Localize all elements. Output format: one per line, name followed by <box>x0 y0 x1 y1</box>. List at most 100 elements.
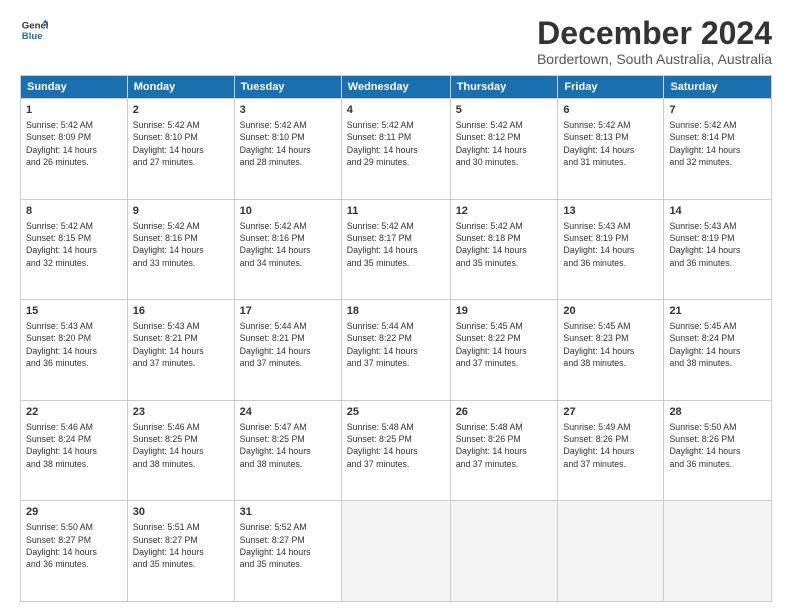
day-number: 15 <box>26 304 122 319</box>
table-row <box>341 501 450 602</box>
table-row: 6 Sunrise: 5:42 AMSunset: 8:13 PMDaylight… <box>558 99 664 200</box>
table-row: 30Sunrise: 5:51 AMSunset: 8:27 PMDayligh… <box>127 501 234 602</box>
day-info: Sunrise: 5:42 AMSunset: 8:13 PMDaylight:… <box>563 120 634 167</box>
table-row: 23 Sunrise: 5:46 AMSunset: 8:25 PMDayligh… <box>127 400 234 501</box>
day-info: Sunrise: 5:44 AMSunset: 8:21 PMDaylight:… <box>240 321 311 368</box>
calendar-week-row: 1 Sunrise: 5:42 AMSunset: 8:09 PMDaylight… <box>21 99 772 200</box>
day-info: Sunrise: 5:42 AMSunset: 8:18 PMDaylight:… <box>456 221 527 268</box>
main-title: December 2024 <box>537 16 772 51</box>
header: General Blue December 2024 Bordertown, S… <box>20 16 772 67</box>
table-row: 26Sunrise: 5:48 AMSunset: 8:26 PMDayligh… <box>450 400 558 501</box>
day-info: Sunrise: 5:42 AMSunset: 8:16 PMDaylight:… <box>240 221 311 268</box>
day-info: Sunrise: 5:45 AMSunset: 8:24 PMDaylight:… <box>669 321 740 368</box>
table-row: 2Sunrise: 5:42 AMSunset: 8:10 PMDaylight… <box>127 99 234 200</box>
day-number: 17 <box>240 304 336 319</box>
calendar-table: Sunday Monday Tuesday Wednesday Thursday… <box>20 75 772 602</box>
day-info: Sunrise: 5:43 AMSunset: 8:21 PMDaylight:… <box>133 321 204 368</box>
table-row: 29Sunrise: 5:50 AMSunset: 8:27 PMDayligh… <box>21 501 128 602</box>
calendar-week-row: 8 Sunrise: 5:42 AMSunset: 8:15 PMDaylight… <box>21 199 772 300</box>
table-row: 13Sunrise: 5:43 AMSunset: 8:19 PMDayligh… <box>558 199 664 300</box>
day-info: Sunrise: 5:42 AMSunset: 8:12 PMDaylight:… <box>456 120 527 167</box>
col-monday: Monday <box>127 76 234 99</box>
day-info: Sunrise: 5:42 AMSunset: 8:16 PMDaylight:… <box>133 221 204 268</box>
table-row: 24 Sunrise: 5:47 AMSunset: 8:25 PMDayligh… <box>234 400 341 501</box>
day-number: 26 <box>456 405 553 420</box>
table-row: 11 Sunrise: 5:42 AMSunset: 8:17 PMDayligh… <box>341 199 450 300</box>
day-info: Sunrise: 5:46 AMSunset: 8:25 PMDaylight:… <box>133 422 204 469</box>
title-area: December 2024 Bordertown, South Australi… <box>537 16 772 67</box>
day-number: 6 <box>563 103 658 118</box>
table-row: 27Sunrise: 5:49 AMSunset: 8:26 PMDayligh… <box>558 400 664 501</box>
table-row: 4 Sunrise: 5:42 AMSunset: 8:11 PMDaylight… <box>341 99 450 200</box>
day-number: 18 <box>347 304 445 319</box>
table-row: 14 Sunrise: 5:43 AMSunset: 8:19 PMDayligh… <box>664 199 772 300</box>
day-info: Sunrise: 5:47 AMSunset: 8:25 PMDaylight:… <box>240 422 311 469</box>
calendar-week-row: 22 Sunrise: 5:46 AMSunset: 8:24 PMDayligh… <box>21 400 772 501</box>
table-row <box>558 501 664 602</box>
table-row: 12 Sunrise: 5:42 AMSunset: 8:18 PMDayligh… <box>450 199 558 300</box>
day-number: 21 <box>669 304 766 319</box>
day-number: 22 <box>26 405 122 420</box>
day-number: 30 <box>133 505 229 520</box>
col-friday: Friday <box>558 76 664 99</box>
day-number: 12 <box>456 204 553 219</box>
table-row: 25 Sunrise: 5:48 AMSunset: 8:25 PMDayligh… <box>341 400 450 501</box>
table-row: 16 Sunrise: 5:43 AMSunset: 8:21 PMDayligh… <box>127 300 234 401</box>
day-number: 11 <box>347 204 445 219</box>
table-row: 21 Sunrise: 5:45 AMSunset: 8:24 PMDayligh… <box>664 300 772 401</box>
day-info: Sunrise: 5:42 AMSunset: 8:17 PMDaylight:… <box>347 221 418 268</box>
day-info: Sunrise: 5:50 AMSunset: 8:26 PMDaylight:… <box>669 422 740 469</box>
day-number: 24 <box>240 405 336 420</box>
day-number: 19 <box>456 304 553 319</box>
day-info: Sunrise: 5:45 AMSunset: 8:23 PMDaylight:… <box>563 321 634 368</box>
svg-text:Blue: Blue <box>22 31 43 42</box>
table-row: 1 Sunrise: 5:42 AMSunset: 8:09 PMDaylight… <box>21 99 128 200</box>
table-row: 10 Sunrise: 5:42 AMSunset: 8:16 PMDayligh… <box>234 199 341 300</box>
table-row <box>450 501 558 602</box>
table-row: 22 Sunrise: 5:46 AMSunset: 8:24 PMDayligh… <box>21 400 128 501</box>
table-row: 18 Sunrise: 5:44 AMSunset: 8:22 PMDayligh… <box>341 300 450 401</box>
day-number: 7 <box>669 103 766 118</box>
day-number: 4 <box>347 103 445 118</box>
day-info: Sunrise: 5:42 AMSunset: 8:15 PMDaylight:… <box>26 221 97 268</box>
col-wednesday: Wednesday <box>341 76 450 99</box>
col-tuesday: Tuesday <box>234 76 341 99</box>
day-number: 13 <box>563 204 658 219</box>
subtitle: Bordertown, South Australia, Australia <box>537 51 772 67</box>
col-saturday: Saturday <box>664 76 772 99</box>
table-row: 5Sunrise: 5:42 AMSunset: 8:12 PMDaylight… <box>450 99 558 200</box>
day-info: Sunrise: 5:43 AMSunset: 8:20 PMDaylight:… <box>26 321 97 368</box>
logo: General Blue <box>20 16 48 44</box>
table-row: 3 Sunrise: 5:42 AMSunset: 8:10 PMDaylight… <box>234 99 341 200</box>
day-info: Sunrise: 5:42 AMSunset: 8:14 PMDaylight:… <box>669 120 740 167</box>
day-info: Sunrise: 5:46 AMSunset: 8:24 PMDaylight:… <box>26 422 97 469</box>
day-info: Sunrise: 5:48 AMSunset: 8:25 PMDaylight:… <box>347 422 418 469</box>
col-thursday: Thursday <box>450 76 558 99</box>
day-number: 1 <box>26 103 122 118</box>
day-number: 16 <box>133 304 229 319</box>
day-info: Sunrise: 5:42 AMSunset: 8:10 PMDaylight:… <box>240 120 311 167</box>
day-number: 3 <box>240 103 336 118</box>
table-row <box>664 501 772 602</box>
page: General Blue December 2024 Bordertown, S… <box>0 0 792 612</box>
table-row: 15 Sunrise: 5:43 AMSunset: 8:20 PMDayligh… <box>21 300 128 401</box>
day-number: 23 <box>133 405 229 420</box>
day-number: 20 <box>563 304 658 319</box>
calendar-week-row: 15 Sunrise: 5:43 AMSunset: 8:20 PMDayligh… <box>21 300 772 401</box>
table-row: 9Sunrise: 5:42 AMSunset: 8:16 PMDaylight… <box>127 199 234 300</box>
day-info: Sunrise: 5:45 AMSunset: 8:22 PMDaylight:… <box>456 321 527 368</box>
calendar-header-row: Sunday Monday Tuesday Wednesday Thursday… <box>21 76 772 99</box>
day-number: 10 <box>240 204 336 219</box>
day-info: Sunrise: 5:52 AMSunset: 8:27 PMDaylight:… <box>240 522 311 569</box>
day-number: 14 <box>669 204 766 219</box>
table-row: 20 Sunrise: 5:45 AMSunset: 8:23 PMDayligh… <box>558 300 664 401</box>
day-info: Sunrise: 5:42 AMSunset: 8:11 PMDaylight:… <box>347 120 418 167</box>
day-info: Sunrise: 5:44 AMSunset: 8:22 PMDaylight:… <box>347 321 418 368</box>
day-number: 31 <box>240 505 336 520</box>
col-sunday: Sunday <box>21 76 128 99</box>
day-number: 25 <box>347 405 445 420</box>
day-number: 27 <box>563 405 658 420</box>
day-number: 8 <box>26 204 122 219</box>
day-info: Sunrise: 5:42 AMSunset: 8:09 PMDaylight:… <box>26 120 97 167</box>
day-info: Sunrise: 5:43 AMSunset: 8:19 PMDaylight:… <box>669 221 740 268</box>
